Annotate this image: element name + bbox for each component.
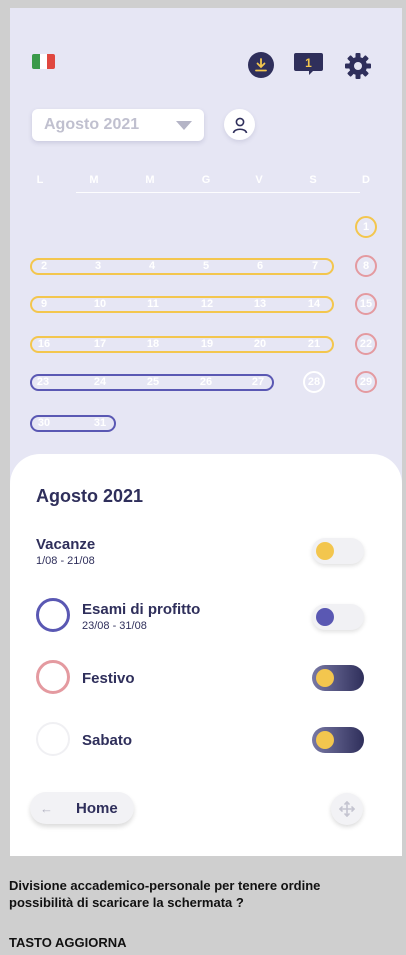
calendar-day[interactable]: 15 bbox=[355, 293, 377, 315]
weekday-divider bbox=[76, 192, 360, 193]
calendar-day[interactable]: 2 bbox=[41, 260, 47, 272]
exams-legend-circle bbox=[36, 598, 70, 632]
calendar-day[interactable]: 6 bbox=[257, 260, 263, 272]
notification-count: 1 bbox=[305, 55, 312, 70]
calendar-day[interactable]: 25 bbox=[147, 376, 159, 388]
arrow-left-icon: ← bbox=[40, 800, 53, 816]
calendar-day[interactable]: 9 bbox=[41, 298, 47, 310]
toggle-knob bbox=[316, 731, 334, 749]
weekday-sun: D bbox=[362, 174, 370, 186]
weekday-fri: V bbox=[255, 174, 263, 186]
user-icon[interactable] bbox=[224, 109, 255, 140]
app-screen: 1 Agosto 2021 L M M G V S D 1 2 3 4 5 6 … bbox=[10, 8, 402, 856]
home-button[interactable]: ← Home bbox=[30, 792, 134, 824]
message-icon[interactable]: 1 bbox=[293, 52, 324, 77]
calendar-day[interactable]: 26 bbox=[200, 376, 212, 388]
month-dropdown[interactable]: Agosto 2021 bbox=[32, 109, 204, 141]
vacation-dates: 1/08 - 21/08 bbox=[36, 555, 95, 567]
move-icon[interactable] bbox=[331, 793, 363, 825]
vacation-toggle[interactable] bbox=[312, 538, 364, 564]
vacation-title: Vacanze bbox=[36, 536, 96, 553]
calendar-day[interactable]: 16 bbox=[38, 338, 50, 350]
calendar-day[interactable]: 29 bbox=[355, 371, 377, 393]
chevron-down-icon bbox=[176, 120, 192, 130]
calendar-day[interactable]: 12 bbox=[201, 298, 213, 310]
holiday-legend-circle bbox=[36, 660, 70, 694]
weekday-sat: S bbox=[309, 174, 317, 186]
exams-dates: 23/08 - 31/08 bbox=[82, 620, 147, 632]
calendar-day[interactable]: 31 bbox=[94, 417, 106, 429]
calendar-day[interactable]: 7 bbox=[312, 260, 318, 272]
vacation-range-bar bbox=[30, 336, 334, 353]
calendar-day[interactable]: 30 bbox=[38, 417, 50, 429]
home-button-label: Home bbox=[76, 799, 118, 817]
calendar-day[interactable]: 21 bbox=[308, 338, 320, 350]
calendar-day[interactable]: 11 bbox=[147, 298, 159, 310]
exams-toggle[interactable] bbox=[312, 604, 364, 630]
calendar-day[interactable]: 22 bbox=[355, 333, 377, 355]
calendar-day[interactable]: 17 bbox=[94, 338, 106, 350]
gear-icon[interactable] bbox=[343, 51, 373, 81]
calendar-day[interactable]: 14 bbox=[308, 298, 320, 310]
holiday-toggle[interactable] bbox=[312, 665, 364, 691]
weekday-thu: G bbox=[201, 174, 211, 186]
weekday-tue: M bbox=[89, 174, 99, 186]
calendar-day[interactable]: 4 bbox=[149, 260, 155, 272]
vacation-range-bar bbox=[30, 296, 334, 313]
calendar-day[interactable]: 3 bbox=[95, 260, 101, 272]
calendar-day[interactable]: 28 bbox=[303, 371, 325, 393]
saturday-legend-circle bbox=[36, 722, 70, 756]
calendar-day[interactable]: 27 bbox=[252, 376, 264, 388]
calendar-day[interactable]: 19 bbox=[201, 338, 213, 350]
holiday-title: Festivo bbox=[82, 670, 135, 687]
weekday-mon: L bbox=[36, 174, 44, 186]
calendar-day[interactable]: 8 bbox=[355, 255, 377, 277]
calendar-day[interactable]: 20 bbox=[254, 338, 266, 350]
weekday-wed: M bbox=[145, 174, 155, 186]
toggle-knob bbox=[316, 608, 334, 626]
caption-footer: TASTO AGGIORNA bbox=[9, 935, 127, 950]
exams-title: Esami di profitto bbox=[82, 601, 201, 618]
saturday-toggle[interactable] bbox=[312, 727, 364, 753]
calendar-day[interactable]: 10 bbox=[94, 298, 106, 310]
toggle-knob bbox=[316, 669, 334, 687]
sheet-title: Agosto 2021 bbox=[36, 486, 144, 506]
month-dropdown-label: Agosto 2021 bbox=[44, 116, 140, 133]
download-icon[interactable] bbox=[248, 52, 274, 78]
calendar-day[interactable]: 24 bbox=[94, 376, 106, 388]
vacation-range-bar bbox=[30, 258, 334, 275]
calendar-day[interactable]: 13 bbox=[254, 298, 266, 310]
calendar-day[interactable]: 23 bbox=[37, 376, 49, 388]
calendar-day[interactable]: 1 bbox=[355, 216, 377, 238]
saturday-title: Sabato bbox=[82, 732, 133, 749]
italy-flag-icon[interactable] bbox=[32, 54, 55, 69]
toggle-knob bbox=[316, 542, 334, 560]
caption-line-2: possibilità di scaricare la schermata ? bbox=[9, 895, 244, 910]
calendar-day[interactable]: 18 bbox=[147, 338, 159, 350]
caption-line-1: Divisione accademico-personale per tener… bbox=[9, 878, 321, 893]
month-legend-sheet: Agosto 2021 Vacanze 1/08 - 21/08 Esami d… bbox=[10, 454, 402, 856]
calendar-day[interactable]: 5 bbox=[203, 260, 209, 272]
